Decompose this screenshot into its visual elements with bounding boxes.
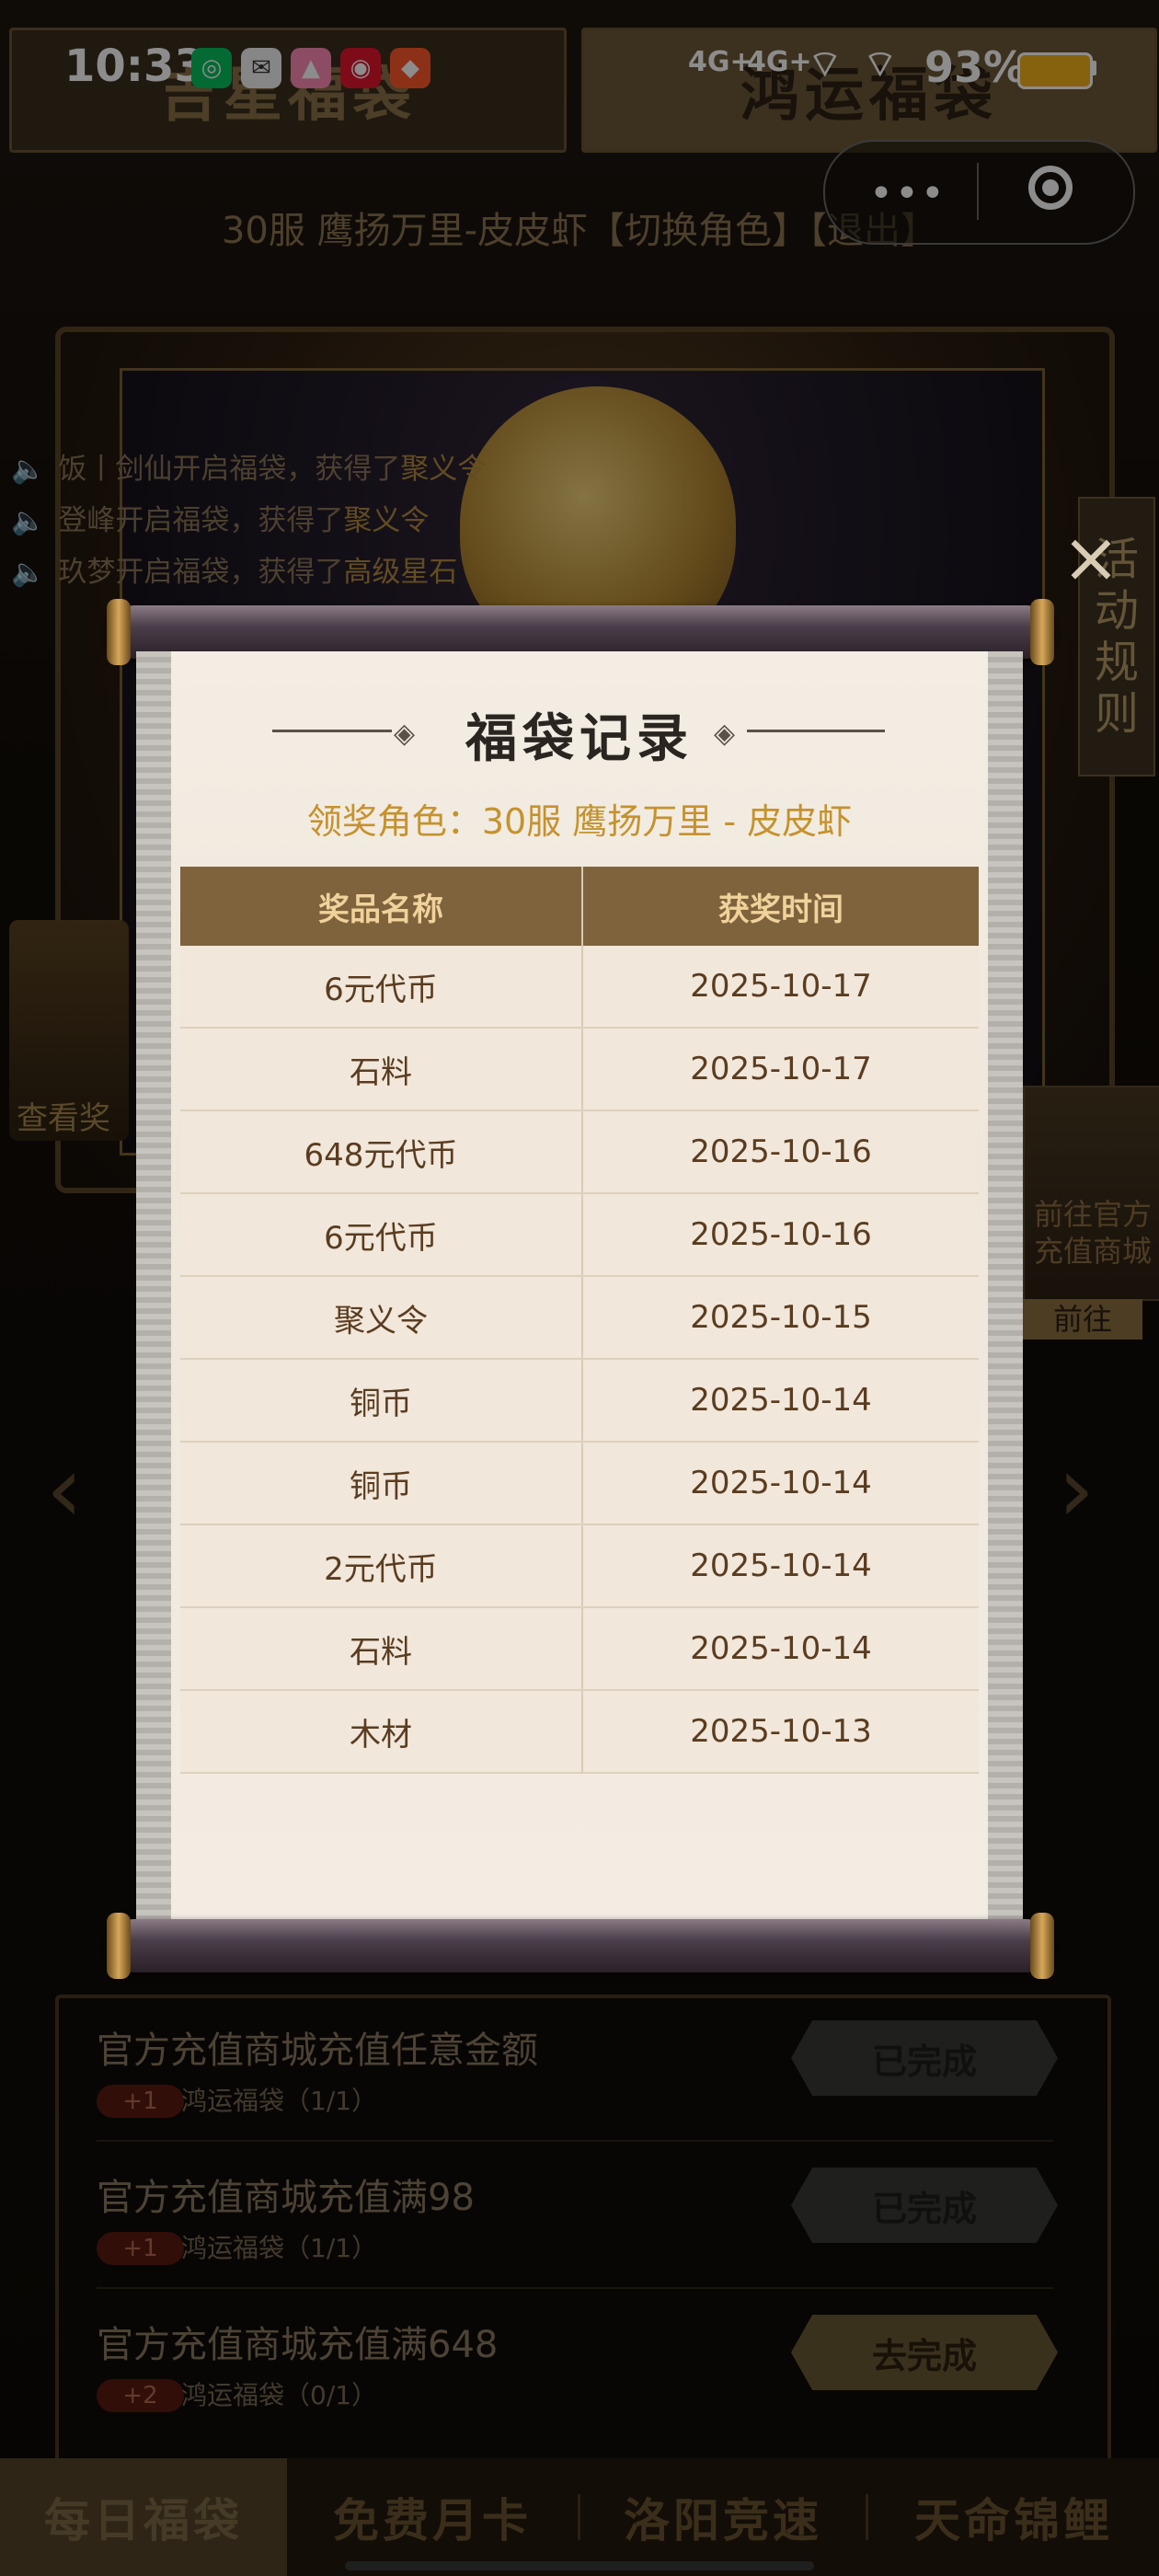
table-row: 木材 2025-10-13: [180, 1690, 979, 1774]
prize-date: 2025-10-17: [581, 1028, 979, 1111]
table-row: 聚义令 2025-10-15: [180, 1276, 979, 1360]
column-header: 奖品名称: [180, 867, 582, 946]
prize-date: 2025-10-14: [581, 1442, 979, 1525]
prize-date: 2025-10-15: [581, 1276, 979, 1360]
modal-title: 福袋记录: [465, 708, 694, 769]
table-row: 石料 2025-10-17: [180, 1028, 979, 1111]
prize-name: 2元代币: [180, 1524, 582, 1608]
close-icon[interactable]: ×: [1056, 523, 1126, 592]
prize-name: 648元代币: [180, 1110, 582, 1194]
column-header: 获奖时间: [581, 867, 979, 946]
prize-record-table: 奖品名称 获奖时间 6元代币 2025-10-17 石料 2025-10-17 64…: [180, 867, 979, 1774]
table-row: 铜币 2025-10-14: [180, 1359, 979, 1443]
table-row: 石料 2025-10-14: [180, 1607, 979, 1691]
prize-date: 2025-10-14: [581, 1359, 979, 1443]
table-row: 6元代币 2025-10-16: [180, 1193, 979, 1277]
prize-name: 木材: [180, 1690, 582, 1774]
prize-name: 6元代币: [180, 946, 582, 1029]
table-header-row: 奖品名称 获奖时间: [180, 867, 979, 946]
winner-role: 领奖角色：30服 鹰扬万里 - 皮皮虾: [306, 801, 853, 842]
roller-cap: [1030, 599, 1054, 665]
prize-date: 2025-10-17: [581, 946, 979, 1029]
scroll-roller-bottom: [109, 1919, 1052, 1972]
prize-date: 2025-10-14: [581, 1607, 979, 1691]
prize-name: 6元代币: [180, 1193, 582, 1277]
table-row: 648元代币 2025-10-16: [180, 1110, 979, 1194]
prize-date: 2025-10-16: [581, 1193, 979, 1277]
table-row: 2元代币 2025-10-14: [180, 1524, 979, 1608]
roller-cap: [1030, 1913, 1054, 1979]
table-row: 铜币 2025-10-14: [180, 1442, 979, 1525]
prize-date: 2025-10-16: [581, 1110, 979, 1194]
prize-date: 2025-10-13: [581, 1690, 979, 1774]
prize-name: 石料: [180, 1607, 582, 1691]
table-row: 6元代币 2025-10-17: [180, 946, 979, 1029]
roller-cap: [107, 599, 131, 665]
roller-cap: [107, 1913, 131, 1979]
prize-name: 铜币: [180, 1442, 582, 1525]
prize-date: 2025-10-14: [581, 1524, 979, 1608]
prize-name: 铜币: [180, 1359, 582, 1443]
prize-name: 石料: [180, 1028, 582, 1111]
prize-name: 聚义令: [180, 1276, 582, 1360]
